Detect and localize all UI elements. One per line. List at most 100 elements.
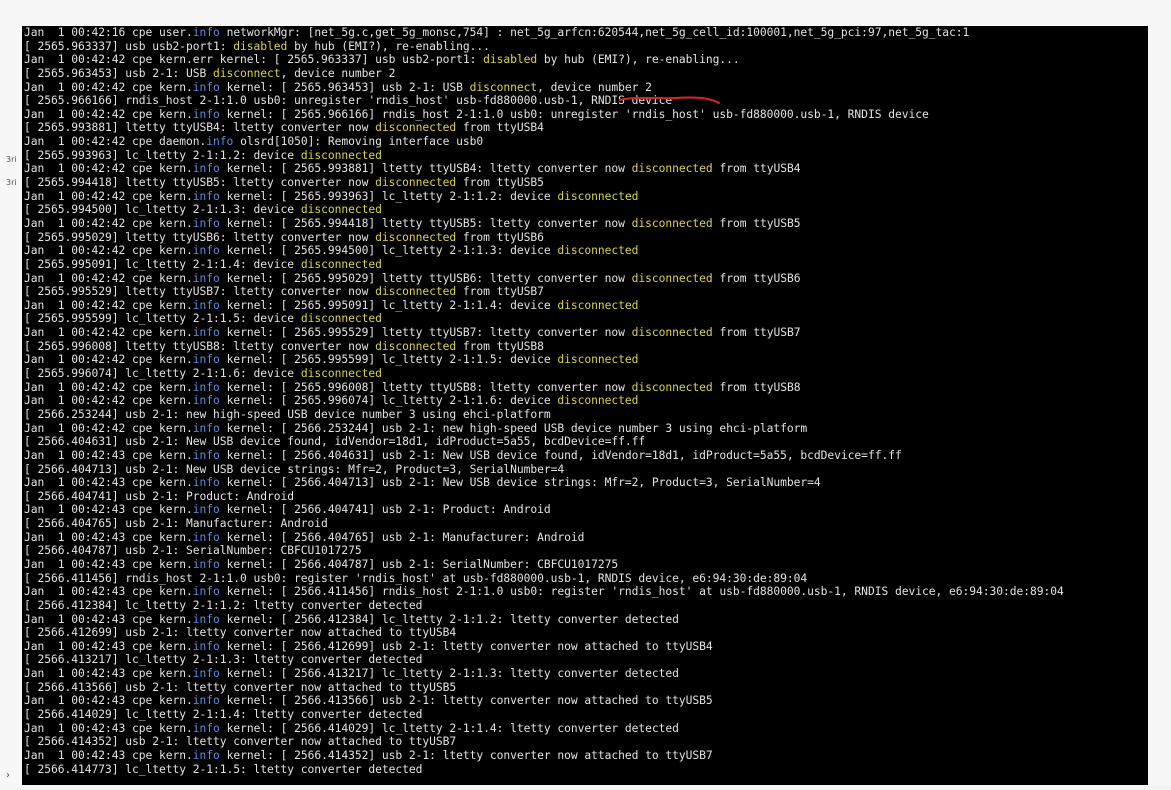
log-line: [ 2565.995029] ltetty ttyUSB6: ltetty co… [24, 231, 1064, 245]
log-text: [ 2565.993963] lc_ltetty 2-1:1.2: device [24, 148, 301, 162]
log-text: Jan 1 00:42:43 cpe kern. [24, 721, 193, 735]
log-line: [ 2565.963453] usb 2-1: USB disconnect, … [24, 67, 1064, 81]
log-line: Jan 1 00:42:43 cpe kern.info kernel: [ 2… [24, 667, 1064, 681]
log-line: Jan 1 00:42:42 cpe kern.info kernel: [ 2… [24, 272, 1064, 286]
log-level-text: info [192, 694, 220, 708]
log-text: [ 2565.994500] lc_ltetty 2-1:1.3: device [24, 203, 301, 217]
log-text: kernel: [ 2566.412384] lc_ltetty 2-1:1.2… [219, 612, 679, 626]
log-line: [ 2566.411456] rndis_host 2-1:1.0 usb0: … [24, 572, 1064, 586]
log-level-text: info [192, 476, 220, 490]
log-text: Jan 1 00:42:42 cpe kern.err kernel: [ 25… [24, 53, 484, 67]
log-text: [ 2565.966166] rndis_host 2-1:1.0 usb0: … [24, 94, 673, 108]
gutter-mark-1: 3ri [6, 155, 17, 164]
log-text: [ 2566.414773] lc_ltetty 2-1:1.5: ltetty… [24, 762, 423, 776]
status-keyword-text: disconnected [557, 298, 639, 312]
log-line: [ 2565.993963] lc_ltetty 2-1:1.2: device… [24, 149, 1064, 163]
log-line: Jan 1 00:42:42 cpe kern.info kernel: [ 2… [24, 353, 1064, 367]
log-text: [ 2565.996074] lc_ltetty 2-1:1.6: device [24, 367, 301, 381]
log-text: Jan 1 00:42:42 cpe kern. [24, 107, 193, 121]
right-margin-strip [1148, 26, 1171, 785]
log-text: , device number 2 [537, 80, 652, 94]
log-text: Jan 1 00:42:43 cpe kern. [24, 448, 193, 462]
log-level-text: info [192, 585, 220, 599]
log-text: kernel: [ 2565.995529] ltetty ttyUSB7: l… [219, 326, 632, 340]
log-line: [ 2566.404631] usb 2-1: New USB device f… [24, 435, 1064, 449]
log-text: kernel: [ 2566.404765] usb 2-1: Manufact… [219, 530, 585, 544]
log-line: [ 2566.404741] usb 2-1: Product: Android [24, 490, 1064, 504]
log-text: [ 2566.414029] lc_ltetty 2-1:1.4: ltetty… [24, 708, 423, 722]
log-line: Jan 1 00:42:43 cpe kern.info kernel: [ 2… [24, 640, 1064, 654]
log-text: [ 2565.995029] ltetty ttyUSB6: ltetty co… [24, 230, 376, 244]
log-level-text: info [192, 421, 220, 435]
page-top-strip [0, 0, 1171, 26]
status-keyword-text: disconnected [375, 176, 457, 190]
log-level-text: info [192, 667, 220, 681]
log-text: Jan 1 00:42:42 cpe kern. [24, 421, 193, 435]
status-keyword-text: disconnected [300, 203, 382, 217]
gutter-mark-2: 3ri [6, 178, 17, 187]
log-line: Jan 1 00:42:42 cpe kern.info kernel: [ 2… [24, 108, 1064, 122]
log-text: kernel: [ 2566.404787] usb 2-1: SerialNu… [219, 557, 619, 571]
log-text: Jan 1 00:42:43 cpe kern. [24, 639, 193, 653]
log-text: Jan 1 00:42:43 cpe kern. [24, 748, 193, 762]
log-text: kernel: [ 2565.994418] ltetty ttyUSB5: l… [219, 216, 632, 230]
status-keyword-text: disconnected [631, 326, 713, 340]
log-level-text: info [192, 503, 220, 517]
log-text: [ 2566.404765] usb 2-1: Manufacturer: An… [24, 517, 328, 531]
status-keyword-text: disconnected [557, 244, 639, 258]
log-line: Jan 1 00:42:16 cpe user.info networkMgr:… [24, 26, 1064, 40]
log-line: [ 2565.995091] lc_ltetty 2-1:1.4: device… [24, 258, 1064, 272]
log-line: [ 2565.996074] lc_ltetty 2-1:1.6: device… [24, 367, 1064, 381]
log-text: Jan 1 00:42:42 cpe kern. [24, 380, 193, 394]
log-line: [ 2565.963337] usb usb2-port1: disabled … [24, 40, 1064, 54]
log-text: from ttyUSB8 [456, 339, 544, 353]
log-text: Jan 1 00:42:42 cpe kern. [24, 353, 193, 367]
log-line: [ 2565.995599] lc_ltetty 2-1:1.5: device… [24, 312, 1064, 326]
log-line: [ 2565.993881] ltetty ttyUSB4: ltetty co… [24, 121, 1064, 135]
log-level-text: info [192, 216, 220, 230]
log-text: [ 2565.994418] ltetty ttyUSB5: ltetty co… [24, 176, 376, 190]
log-text: [ 2566.412384] lc_ltetty 2-1:1.2: ltetty… [24, 598, 423, 612]
log-line: [ 2566.404787] usb 2-1: SerialNumber: CB… [24, 544, 1064, 558]
log-text: Jan 1 00:42:43 cpe kern. [24, 694, 193, 708]
log-line: [ 2566.412699] usb 2-1: ltetty converter… [24, 626, 1064, 640]
log-text: Jan 1 00:42:42 cpe kern. [24, 80, 193, 94]
log-level-text: info [192, 380, 220, 394]
log-text: Jan 1 00:42:43 cpe kern. [24, 530, 193, 544]
log-text: Jan 1 00:42:43 cpe kern. [24, 667, 193, 681]
log-text: [ 2566.413566] usb 2-1: ltetty converter… [24, 680, 457, 694]
status-keyword-text: disabled [483, 53, 538, 67]
log-text: Jan 1 00:42:42 cpe daemon. [24, 135, 207, 149]
log-text: Jan 1 00:42:42 cpe kern. [24, 271, 193, 285]
log-line: Jan 1 00:42:43 cpe kern.info kernel: [ 2… [24, 476, 1064, 490]
log-text: [ 2565.995599] lc_ltetty 2-1:1.5: device [24, 312, 301, 326]
terminal-log-window[interactable]: Jan 1 00:42:16 cpe user.info networkMgr:… [22, 26, 1148, 785]
log-line: [ 2566.414352] usb 2-1: ltetty converter… [24, 735, 1064, 749]
log-text: from ttyUSB6 [456, 230, 544, 244]
log-line: [ 2566.253244] usb 2-1: new high-speed U… [24, 408, 1064, 422]
log-text: from ttyUSB5 [456, 176, 544, 190]
log-text: [ 2566.413217] lc_ltetty 2-1:1.3: ltetty… [24, 653, 423, 667]
red-underline-annotation [619, 96, 720, 104]
log-level-text: info [192, 721, 220, 735]
status-keyword-text: disconnected [375, 230, 457, 244]
log-line: Jan 1 00:42:42 cpe kern.info kernel: [ 2… [24, 299, 1064, 313]
log-level-text: info [192, 162, 220, 176]
log-line: Jan 1 00:42:43 cpe kern.info kernel: [ 2… [24, 749, 1064, 763]
expand-arrow-icon[interactable]: › [6, 770, 10, 781]
log-line: [ 2566.412384] lc_ltetty 2-1:1.2: ltetty… [24, 599, 1064, 613]
log-line: Jan 1 00:42:43 cpe kern.info kernel: [ 2… [24, 558, 1064, 572]
log-text: from ttyUSB7 [456, 285, 544, 299]
log-level-text: info [206, 135, 234, 149]
log-text: kernel: [ 2566.412699] usb 2-1: ltetty c… [219, 639, 713, 653]
log-line: Jan 1 00:42:42 cpe kern.info kernel: [ 2… [24, 326, 1064, 340]
log-level-text: info [192, 394, 220, 408]
log-level-text: info [192, 612, 220, 626]
status-keyword-text: disconnected [557, 353, 639, 367]
log-level-text: info [192, 189, 220, 203]
log-line: [ 2566.414773] lc_ltetty 2-1:1.5: ltetty… [24, 763, 1064, 777]
log-text: kernel: [ 2566.414352] usb 2-1: ltetty c… [219, 748, 713, 762]
log-line: [ 2566.404765] usb 2-1: Manufacturer: An… [24, 517, 1064, 531]
log-line: [ 2565.994418] ltetty ttyUSB5: ltetty co… [24, 176, 1064, 190]
log-text: [ 2565.995091] lc_ltetty 2-1:1.4: device [24, 257, 301, 271]
